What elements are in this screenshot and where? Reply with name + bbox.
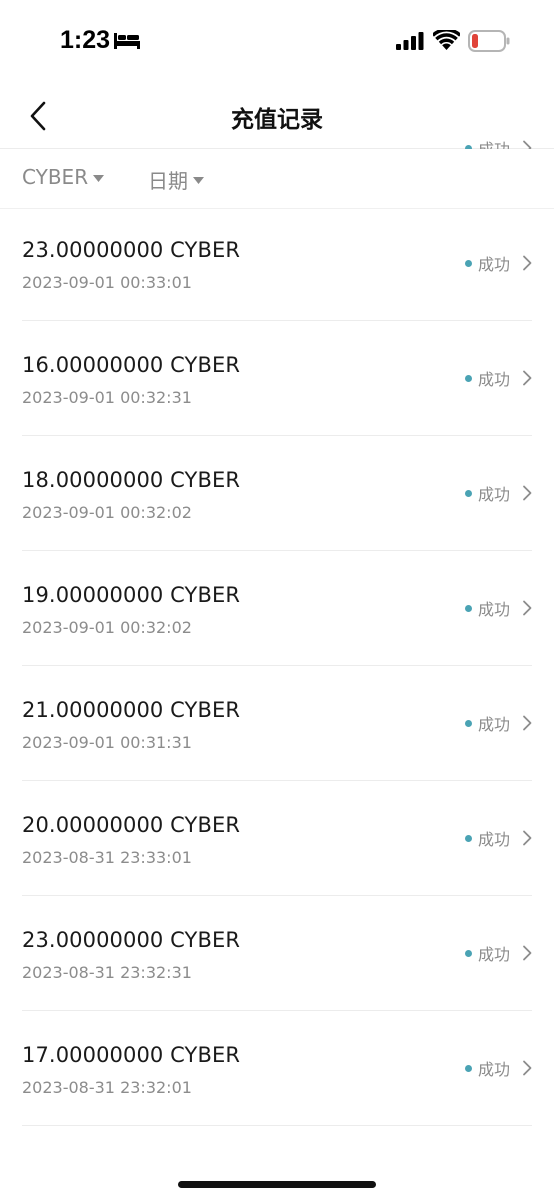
- status-text: 成功: [477, 1060, 510, 1079]
- record-row[interactable]: 18.00000000 CYBER 2023-09-01 00:32:02 成功: [22, 436, 532, 551]
- record-amount: 18.00000000 CYBER: [22, 468, 241, 492]
- record-status: 成功: [464, 251, 532, 275]
- wifi-icon: [433, 30, 460, 50]
- chevron-right-icon: [523, 830, 532, 846]
- status-dot-icon: [464, 719, 472, 727]
- status-dot-icon: [464, 259, 472, 267]
- record-time: 2023-08-31 23:33:01: [22, 848, 192, 867]
- record-amount: 23.00000000 CYBER: [22, 238, 241, 262]
- status-text: 成功: [477, 485, 510, 504]
- record-list: 2023-09-01 00:33:01 成功 23.00000000 CYBER…: [0, 140, 554, 1188]
- bed-icon: [114, 33, 140, 49]
- record-amount: 16.00000000 CYBER: [22, 353, 241, 377]
- record-row[interactable]: 17.00000000 CYBER 2023-08-31 23:32:01 成功: [22, 1011, 532, 1126]
- chevron-right-icon: [523, 255, 532, 271]
- record-status: 成功: [464, 481, 532, 505]
- status-dot-icon: [464, 489, 472, 497]
- record-row[interactable]: 23.00000000 CYBER 2023-09-01 00:33:01 成功: [22, 206, 532, 321]
- record-time: 2023-08-31 23:32:01: [22, 1078, 192, 1097]
- screen: 1:23 充值记录 CYBER 日期 23.00000000 CYBER 202…: [0, 0, 554, 1200]
- record-amount: 21.00000000 CYBER: [22, 698, 241, 722]
- record-row[interactable]: 21.00000000 CYBER 2023-09-01 00:31:31 成功: [22, 666, 532, 781]
- record-status: 成功: [464, 711, 532, 735]
- chevron-right-icon: [523, 485, 532, 501]
- home-indicator: [178, 1181, 376, 1188]
- chevron-right-icon: [523, 600, 532, 616]
- chevron-right-icon: [523, 945, 532, 961]
- date-filter-dropdown[interactable]: 日期: [148, 165, 204, 194]
- chevron-right-icon: [523, 370, 532, 386]
- status-dot-icon: [464, 604, 472, 612]
- coin-filter-label: CYBER: [22, 165, 89, 189]
- status-text: 成功: [477, 945, 510, 964]
- record-time: 2023-09-01 00:32:02: [22, 618, 192, 637]
- record-time: 2023-09-01 00:33:01: [22, 273, 192, 292]
- status-text: 成功: [477, 370, 510, 389]
- status-text: 成功: [477, 600, 510, 619]
- record-time: 2023-09-01 00:32:02: [22, 503, 192, 522]
- record-amount: 19.00000000 CYBER: [22, 583, 241, 607]
- record-row[interactable]: 16.00000000 CYBER 2023-09-01 00:32:31 成功: [22, 321, 532, 436]
- record-status: 成功: [464, 941, 532, 965]
- date-filter-label: 日期: [148, 169, 188, 193]
- record-status: 成功: [464, 366, 532, 390]
- record-time: 2023-08-31 23:32:31: [22, 963, 192, 982]
- record-time: 2023-09-01 00:32:31: [22, 388, 192, 407]
- record-row[interactable]: 20.00000000 CYBER 2023-08-31 23:33:01 成功: [22, 781, 532, 896]
- status-text: 成功: [477, 255, 510, 274]
- status-dot-icon: [464, 1064, 472, 1072]
- caret-down-icon: [193, 177, 204, 184]
- record-amount: 20.00000000 CYBER: [22, 813, 241, 837]
- record-status: 成功: [464, 1056, 532, 1080]
- chevron-right-icon: [523, 715, 532, 731]
- record-amount: 17.00000000 CYBER: [22, 1043, 241, 1067]
- status-dot-icon: [464, 374, 472, 382]
- status-dot-icon: [464, 834, 472, 842]
- status-text: 成功: [477, 715, 510, 734]
- filter-bar: CYBER 日期: [0, 149, 554, 208]
- status-dot-icon: [464, 949, 472, 957]
- record-row[interactable]: 19.00000000 CYBER 2023-09-01 00:32:02 成功: [22, 551, 532, 666]
- status-bar: 1:23: [0, 0, 554, 80]
- status-text: 成功: [477, 830, 510, 849]
- record-status: 成功: [464, 826, 532, 850]
- record-row[interactable]: 23.00000000 CYBER 2023-08-31 23:32:31 成功: [22, 896, 532, 1011]
- signal-icon: [396, 32, 424, 50]
- record-time: 2023-09-01 00:31:31: [22, 733, 192, 752]
- record-amount: 23.00000000 CYBER: [22, 928, 241, 952]
- caret-down-icon: [93, 174, 105, 182]
- coin-filter-dropdown[interactable]: CYBER: [22, 165, 105, 189]
- battery-icon: [468, 30, 510, 52]
- record-status: 成功: [464, 596, 532, 620]
- chevron-right-icon: [523, 1060, 532, 1076]
- status-time: 1:23: [60, 26, 111, 54]
